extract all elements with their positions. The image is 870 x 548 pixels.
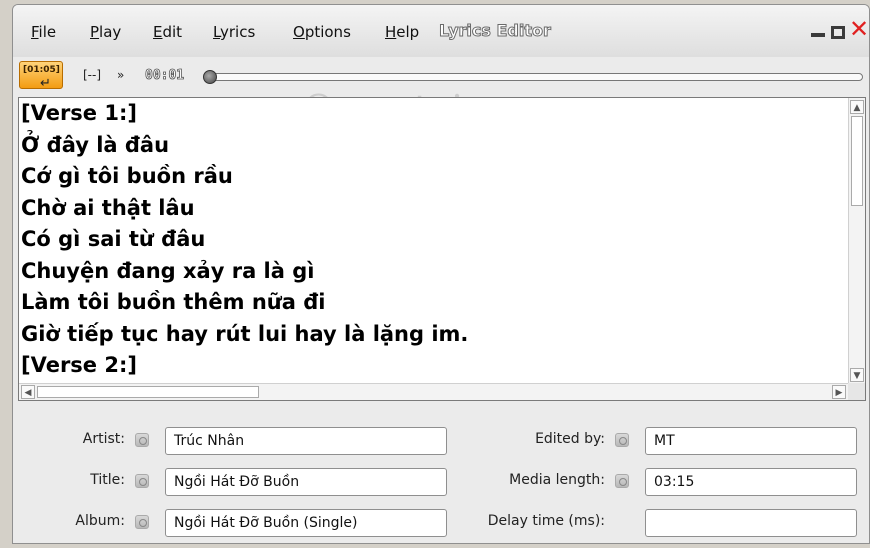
vertical-scroll-thumb[interactable] [851,116,863,206]
menu-lyrics[interactable]: Lyrics [213,23,255,41]
horizontal-scrollbar[interactable]: ◀ ▶ [19,383,848,400]
menu-options[interactable]: Options [293,23,351,41]
menu-options-label: ptions [304,23,351,41]
close-icon[interactable]: ✕ [849,17,869,41]
sync-edited-by-icon[interactable] [615,433,629,447]
delay-time-field[interactable] [645,509,857,537]
edited-by-field[interactable]: MT [645,427,857,455]
window-title: Lyrics Editor [439,21,552,41]
menu-play[interactable]: Play [90,23,121,41]
vertical-scrollbar[interactable]: ▲ ▼ [848,98,865,384]
seek-bar[interactable] [209,73,863,81]
menu-edit-label: dit [162,23,183,41]
sync-media-length-icon[interactable] [615,474,629,488]
sync-title-icon[interactable] [135,474,149,488]
insert-time-tag-button[interactable]: [01:05] ↵ [19,61,63,91]
artist-field[interactable]: Trúc Nhân [165,427,447,455]
scroll-corner [848,383,865,400]
artist-label: Artist: [82,431,125,447]
return-arrow-icon: ↵ [40,76,51,91]
menu-file-mnemonic: F [31,23,39,41]
menu-file-label: ile [38,23,57,41]
time-tag-label: [01:05] [23,65,60,75]
album-label: Album: [75,513,125,529]
seek-knob[interactable] [203,70,217,84]
title-label: Title: [90,472,125,488]
menu-help[interactable]: Help [385,23,419,41]
scroll-right-icon[interactable]: ▶ [832,385,846,399]
media-length-label: Media length: [509,472,605,488]
current-time: 00:01 [145,68,185,84]
lyrics-editor[interactable]: [Verse 1:] Ở đây là đâu Cớ gì tôi buồn r… [18,97,866,401]
sync-artist-icon[interactable] [135,433,149,447]
menu-play-mnemonic: P [90,23,100,41]
lyrics-text[interactable]: [Verse 1:] Ở đây là đâu Cớ gì tôi buồn r… [21,98,847,384]
fast-forward-icon[interactable]: » [117,68,124,82]
minimize-icon[interactable] [811,33,825,37]
menu-lyrics-label: yrics [219,23,256,41]
maximize-icon[interactable] [831,26,845,39]
time-bracket-icon[interactable]: [--] [83,68,101,82]
menu-edit[interactable]: Edit [153,23,182,41]
scroll-down-icon[interactable]: ▼ [850,368,864,382]
menu-play-label: lay [99,23,122,41]
scroll-up-icon[interactable]: ▲ [850,100,864,114]
delay-time-label: Delay time (ms): [487,513,605,529]
menu-lyrics-mnemonic: L [213,23,220,41]
scroll-left-icon[interactable]: ◀ [21,385,35,399]
menu-bar: File Play Edit Lyrics Options Help Lyric… [13,5,869,57]
playback-toolbar: [01:05] ↵ [--] » 00:01 [13,57,869,95]
horizontal-scroll-thumb[interactable] [37,386,259,398]
sync-album-icon[interactable] [135,515,149,529]
menu-help-mnemonic: H [385,23,397,41]
album-field[interactable]: Ngồi Hát Đỡ Buồn (Single) [165,509,447,537]
menu-options-mnemonic: O [293,23,305,41]
media-length-field[interactable]: 03:15 [645,468,857,496]
menu-help-label: elp [396,23,420,41]
lyrics-editor-window: File Play Edit Lyrics Options Help Lyric… [12,4,870,544]
edited-by-label: Edited by: [535,431,605,447]
menu-file[interactable]: File [31,23,56,41]
title-field[interactable]: Ngồi Hát Đỡ Buồn [165,468,447,496]
